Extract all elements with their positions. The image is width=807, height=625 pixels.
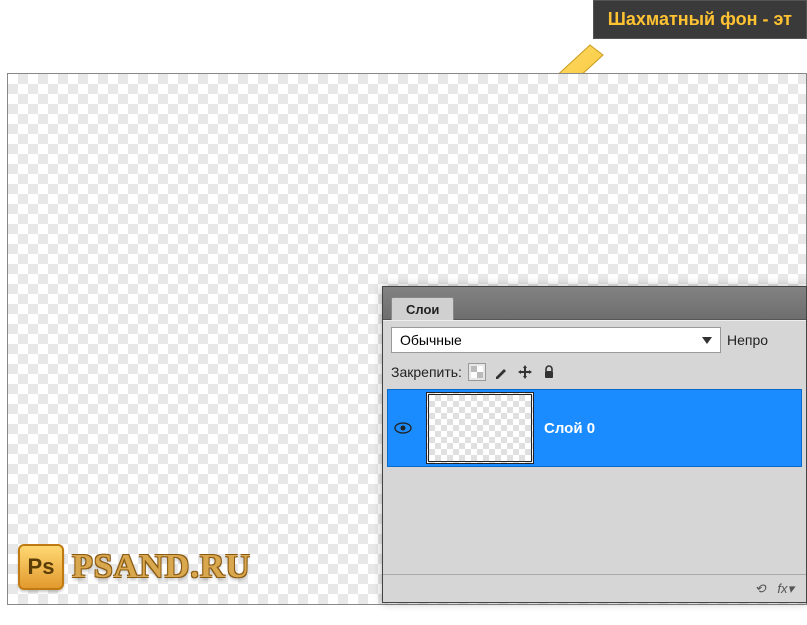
fx-icon[interactable]: fx▾ <box>777 581 794 597</box>
layer-thumbnail[interactable] <box>426 392 534 464</box>
layers-panel: Слои Обычные Непро Закрепить: <box>382 286 807 603</box>
lock-brush-icon[interactable] <box>492 363 510 381</box>
lock-label: Закрепить: <box>391 364 462 380</box>
ps-logo-icon: Ps <box>18 544 64 590</box>
blend-mode-select[interactable]: Обычные <box>391 327 721 353</box>
lock-transparency-icon[interactable] <box>468 363 486 381</box>
layer-row[interactable]: Слой 0 <box>387 389 802 467</box>
blend-row: Обычные Непро <box>383 321 806 359</box>
annotation-tooltip: Шахматный фон - эт <box>593 0 807 39</box>
lock-move-icon[interactable] <box>516 363 534 381</box>
panel-footer: ⟲ fx▾ <box>383 574 806 602</box>
tab-layers[interactable]: Слои <box>391 297 454 320</box>
link-layers-icon[interactable]: ⟲ <box>754 581 765 597</box>
chevron-down-icon <box>702 337 712 344</box>
blend-mode-value: Обычные <box>400 332 462 348</box>
lock-row: Закрепить: <box>383 359 806 385</box>
watermark: Ps PSAND.RU <box>18 544 251 590</box>
panel-tabs: Слои <box>383 287 806 320</box>
tooltip-text: Шахматный фон - эт <box>608 9 792 29</box>
lock-all-icon[interactable] <box>540 363 558 381</box>
visibility-eye-icon[interactable] <box>390 422 416 434</box>
opacity-label: Непро <box>727 332 768 348</box>
layer-list: Слой 0 <box>383 385 806 574</box>
layer-name[interactable]: Слой 0 <box>544 420 595 437</box>
panel-body: Обычные Непро Закрепить: <box>383 320 806 602</box>
watermark-text: PSAND.RU <box>72 548 251 586</box>
